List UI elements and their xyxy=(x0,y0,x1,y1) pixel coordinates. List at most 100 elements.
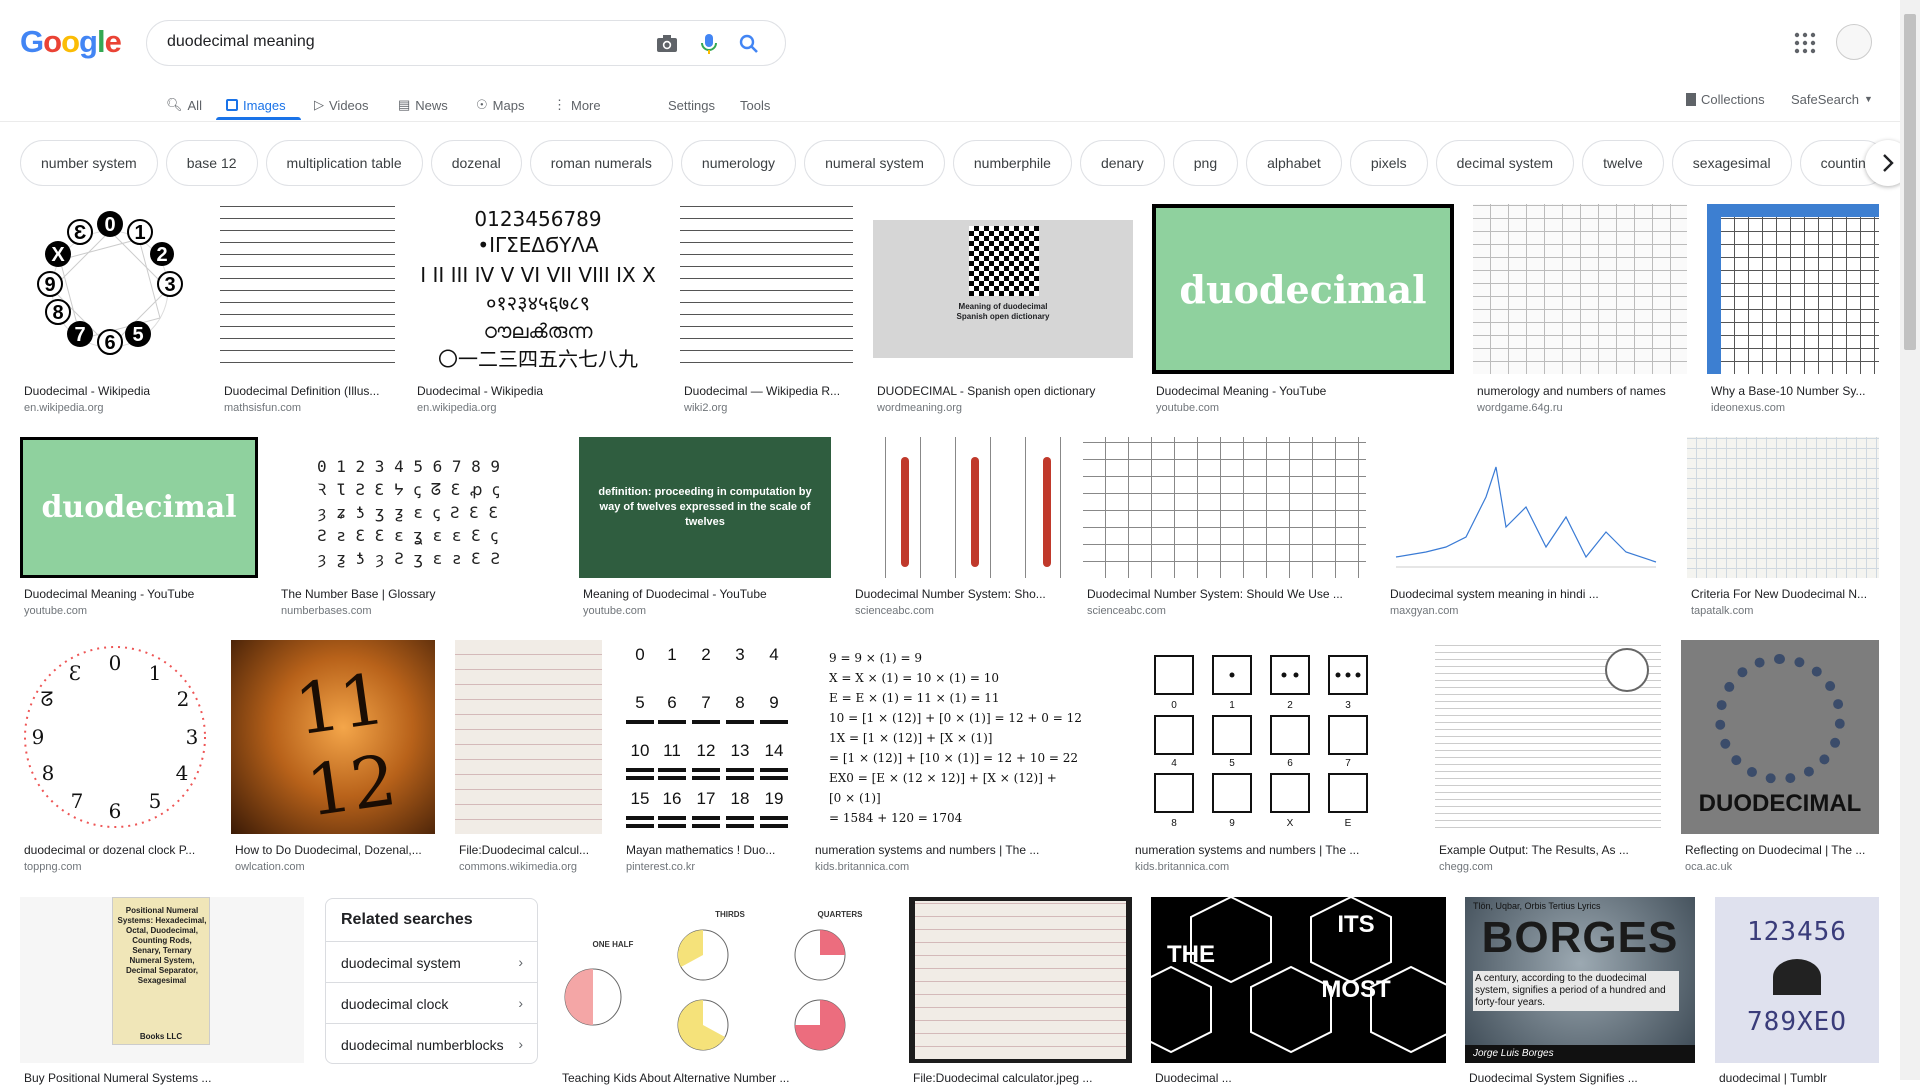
suggestion-chip[interactable]: multiplication table xyxy=(265,140,423,186)
suggestion-chip[interactable]: dozenal xyxy=(430,140,522,186)
result-source[interactable]: commons.wikimedia.org xyxy=(459,861,577,873)
result-thumbnail[interactable]: 0 1 2 3 4 5 6 7 8 9 X E xyxy=(1131,640,1414,834)
result-title[interactable]: Why a Base-10 Number Sy... xyxy=(1711,384,1883,398)
result-thumbnail[interactable]: duodecimal xyxy=(20,437,258,578)
result-source[interactable]: youtube.com xyxy=(1156,402,1219,414)
result-thumbnail[interactable] xyxy=(909,897,1132,1063)
avatar[interactable] xyxy=(1836,24,1872,60)
result-thumbnail[interactable]: Meaning of duodecimal Spanish open dicti… xyxy=(873,204,1133,374)
result-title[interactable]: Duodecimal System Signifies ... xyxy=(1469,1071,1697,1085)
result-thumbnail[interactable]: THE ITS MOST xyxy=(1151,897,1446,1063)
result-source[interactable]: owlcation.com xyxy=(235,861,305,873)
result-thumbnail[interactable] xyxy=(1435,640,1661,834)
result-source[interactable]: scienceabc.com xyxy=(855,605,934,617)
result-thumbnail[interactable] xyxy=(851,437,1063,578)
suggestion-chip[interactable]: roman numerals xyxy=(529,140,673,186)
tools-link[interactable]: Tools xyxy=(740,90,770,120)
result-thumbnail[interactable]: 9 = 9 × (1) = 9 X = X × (1) = 10 × (1) =… xyxy=(811,640,1110,834)
result-title[interactable]: Teaching Kids About Alternative Number .… xyxy=(562,1071,892,1085)
suggestion-chip[interactable]: twelve xyxy=(1582,140,1664,186)
result-thumbnail[interactable] xyxy=(1473,204,1687,374)
safesearch-toggle[interactable]: SafeSearch ▼ xyxy=(1791,84,1873,114)
result-title[interactable]: Duodecimal ... xyxy=(1155,1071,1445,1085)
result-title[interactable]: File:Duodecimal calcul... xyxy=(459,843,609,857)
result-thumbnail[interactable] xyxy=(1083,437,1366,578)
result-title[interactable]: Example Output: The Results, As ... xyxy=(1439,843,1665,857)
tab-images[interactable]: Images xyxy=(226,90,286,120)
result-title[interactable]: numeration systems and numbers | The ... xyxy=(1135,843,1418,857)
result-source[interactable]: wordmeaning.org xyxy=(877,402,962,414)
search-input[interactable] xyxy=(167,33,647,51)
suggestion-chip[interactable]: pixels xyxy=(1349,140,1428,186)
result-source[interactable]: kids.britannica.com xyxy=(1135,861,1229,873)
result-thumbnail[interactable]: duodecimal xyxy=(1152,204,1454,374)
result-source[interactable]: youtube.com xyxy=(24,605,87,617)
related-search-item[interactable]: duodecimal system › xyxy=(326,941,537,981)
result-source[interactable]: en.wikipedia.org xyxy=(24,402,104,414)
suggestion-chip[interactable]: alphabet xyxy=(1246,140,1342,186)
result-thumbnail[interactable]: 123456 789XEO xyxy=(1715,897,1879,1063)
result-title[interactable]: Duodecimal Meaning - YouTube xyxy=(24,587,262,601)
microphone-icon[interactable] xyxy=(697,32,721,56)
tab-all[interactable]: 🔍︎ All xyxy=(166,90,202,120)
suggestion-chip[interactable]: numeral system xyxy=(804,140,945,186)
suggestion-chip[interactable]: numerology xyxy=(680,140,797,186)
result-thumbnail[interactable]: 0 12 3 45 6 78 9 ᘔƐ xyxy=(20,640,211,834)
result-title[interactable]: numeration systems and numbers | The ... xyxy=(815,843,1105,857)
result-title[interactable]: duodecimal | Tumblr xyxy=(1719,1071,1883,1085)
result-title[interactable]: Duodecimal system meaning in hindi ... xyxy=(1390,587,1670,601)
result-title[interactable]: Reflecting on Duodecimal | The ... xyxy=(1685,843,1883,857)
google-logo[interactable]: Google xyxy=(20,24,122,60)
result-title[interactable]: Duodecimal — Wikipedia R... xyxy=(684,384,857,398)
result-thumbnail[interactable] xyxy=(1386,437,1666,578)
suggestion-chip[interactable]: png xyxy=(1172,140,1239,186)
result-title[interactable]: Duodecimal Number System: Should We Use … xyxy=(1087,587,1370,601)
result-title[interactable]: numerology and numbers of names xyxy=(1477,384,1691,398)
result-title[interactable]: Criteria For New Duodecimal N... xyxy=(1691,587,1883,601)
result-source[interactable]: youtube.com xyxy=(583,605,646,617)
result-source[interactable]: en.wikipedia.org xyxy=(417,402,497,414)
camera-icon[interactable] xyxy=(655,32,679,56)
result-thumbnail[interactable]: Positional Numeral Systems: Hexadecimal,… xyxy=(20,897,304,1063)
tab-news[interactable]: ▤ News xyxy=(398,90,448,120)
result-title[interactable]: duodecimal or dozenal clock P... xyxy=(24,843,214,857)
tab-videos[interactable]: ▷ Videos xyxy=(314,90,369,120)
result-title[interactable]: Buy Positional Numeral Systems ... xyxy=(24,1071,304,1085)
related-search-item[interactable]: duodecimal clock › xyxy=(326,982,537,1022)
result-source[interactable]: maxgyan.com xyxy=(1390,605,1458,617)
result-title[interactable]: Duodecimal Definition (Illus... xyxy=(224,384,399,398)
suggestion-chip[interactable]: numberphile xyxy=(952,140,1072,186)
collections-link[interactable]: Collections xyxy=(1686,84,1765,114)
result-title[interactable]: How to Do Duodecimal, Dozenal,... xyxy=(235,843,435,857)
result-thumbnail[interactable] xyxy=(220,204,395,374)
result-source[interactable]: oca.ac.uk xyxy=(1685,861,1732,873)
result-source[interactable]: tapatalk.com xyxy=(1691,605,1753,617)
suggestion-chip[interactable]: decimal system xyxy=(1435,140,1575,186)
result-thumbnail[interactable]: DUODECIMAL xyxy=(1681,640,1879,834)
result-thumbnail[interactable]: definition: proceeding in computation by… xyxy=(579,437,831,578)
result-source[interactable]: scienceabc.com xyxy=(1087,605,1166,617)
result-source[interactable]: wordgame.64g.ru xyxy=(1477,402,1563,414)
result-title[interactable]: DUODECIMAL - Spanish open dictionary xyxy=(877,384,1137,398)
result-source[interactable]: wiki2.org xyxy=(684,402,727,414)
scrollbar-thumb[interactable] xyxy=(1904,14,1916,350)
result-title[interactable]: The Number Base | Glossary xyxy=(281,587,551,601)
result-title[interactable]: Duodecimal - Wikipedia xyxy=(417,384,667,398)
tab-maps[interactable]: ☉ Maps xyxy=(476,90,524,120)
result-thumbnail[interactable]: ONE HALF THIRDS QUARTERS xyxy=(558,897,890,1063)
settings-link[interactable]: Settings xyxy=(668,90,715,120)
related-search-item[interactable]: duodecimal numberblocks › xyxy=(326,1023,537,1063)
search-icon[interactable] xyxy=(737,32,761,56)
result-thumbnail[interactable]: 0123456789 •ΙΓΣΕΔϬΥΛΑ I II III IV V VI V… xyxy=(413,204,663,374)
suggestion-chip[interactable]: base 12 xyxy=(165,140,258,186)
result-thumbnail[interactable] xyxy=(455,640,602,834)
suggestion-chip[interactable]: number system xyxy=(20,140,158,186)
result-source[interactable]: pinterest.co.kr xyxy=(626,861,695,873)
result-source[interactable]: numberbases.com xyxy=(281,605,372,617)
result-thumbnail[interactable]: 0 1 2 3 5 6 7 8 9 X Ɛ xyxy=(20,204,200,374)
result-thumbnail[interactable]: Tlön, Uqbar, Orbis Tertius Lyrics BORGES… xyxy=(1465,897,1695,1063)
result-source[interactable]: toppng.com xyxy=(24,861,81,873)
result-thumbnail[interactable]: 0 1 2 3 4 5 6 7 8 9 Ꝛ Ɩ Ƨ Ɛ ᔭ ꞔ ᘔ Ɛ ꝓ ꞔ … xyxy=(277,437,559,578)
result-title[interactable]: Duodecimal - Wikipedia xyxy=(24,384,204,398)
result-source[interactable]: chegg.com xyxy=(1439,861,1493,873)
